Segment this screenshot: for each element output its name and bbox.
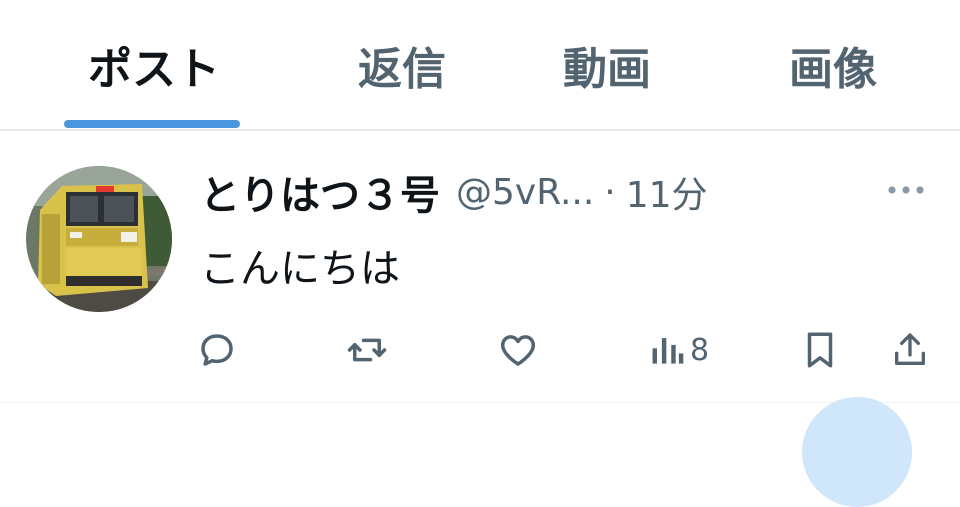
tab-posts[interactable]: ポスト: [64, 30, 244, 100]
bookmark-icon: [807, 332, 833, 368]
active-tab-indicator: [64, 120, 240, 128]
like-icon: [500, 335, 536, 366]
repost-button[interactable]: [344, 326, 390, 374]
more-dots-icon[interactable]: [880, 170, 932, 210]
tab-images[interactable]: 画像: [753, 30, 913, 100]
user-handle[interactable]: @5vR...: [456, 172, 594, 213]
profile-tabs: ポスト 返信 動画 画像: [0, 0, 960, 131]
tab-replies[interactable]: 返信: [322, 30, 482, 100]
avatar[interactable]: [26, 166, 172, 312]
train-photo-avatar: [26, 166, 172, 312]
post-actions: 8: [0, 326, 960, 376]
like-button[interactable]: [496, 326, 540, 374]
repost-icon: [347, 338, 387, 362]
post-time[interactable]: 11分: [626, 166, 708, 218]
tab-videos[interactable]: 動画: [527, 30, 687, 100]
bookmark-button[interactable]: [802, 326, 838, 374]
header-separator: ·: [604, 171, 616, 213]
reply-button[interactable]: [196, 326, 238, 374]
views-button[interactable]: 8: [650, 326, 709, 374]
post-header: とりはつ３号 @5vR... · 11分: [200, 164, 708, 220]
display-name[interactable]: とりはつ３号: [200, 163, 440, 221]
reply-icon: [201, 334, 233, 366]
compose-fab[interactable]: [802, 397, 912, 507]
views-count: 8: [690, 332, 710, 368]
views-icon: [652, 338, 684, 364]
post-divider: [0, 402, 960, 403]
share-button[interactable]: [890, 326, 930, 374]
tabs-divider: [0, 129, 960, 131]
share-icon: [895, 333, 925, 365]
post-text: こんにちは: [200, 246, 400, 292]
